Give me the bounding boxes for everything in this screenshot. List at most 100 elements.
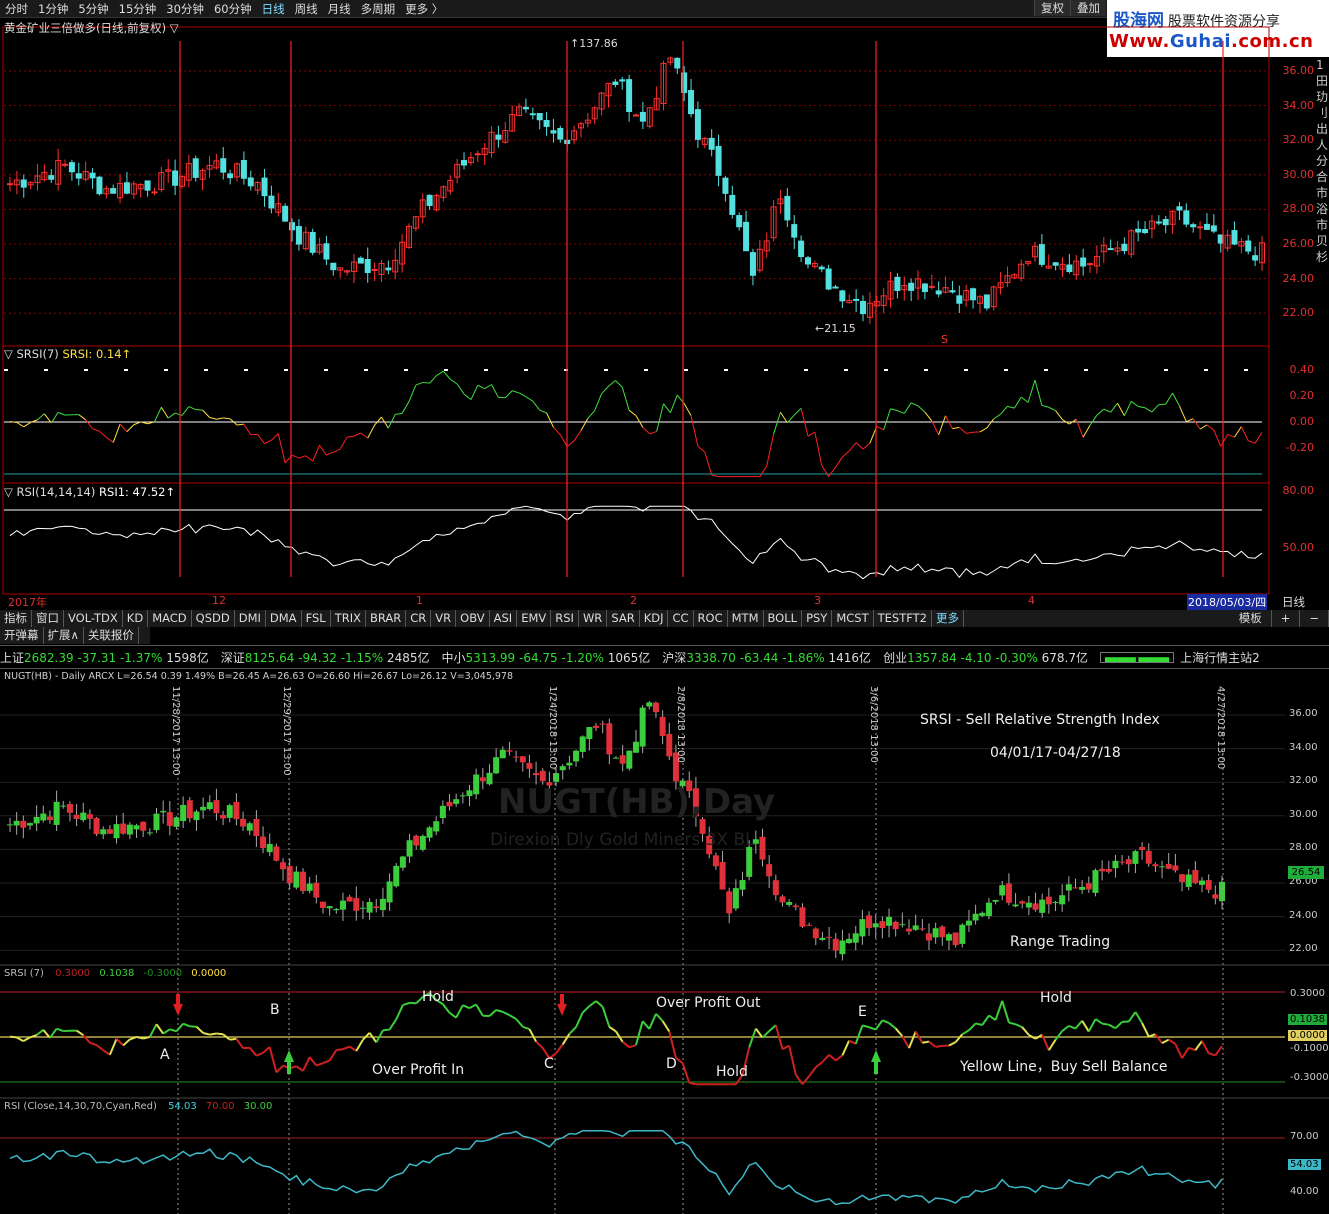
lower-chart-area[interactable] [0, 668, 1329, 1214]
lower-srsi-segment [275, 1064, 284, 1074]
indicator-tab-17[interactable]: WR [579, 610, 608, 627]
sub-tab-2[interactable]: 关联报价 [84, 627, 139, 644]
timeframe-tab-0[interactable]: 分时 [0, 1, 33, 17]
timeframe-tab-1[interactable]: 1分钟 [33, 1, 73, 17]
indicator-tab-13[interactable]: OBV [456, 610, 490, 627]
indicator-right-button-0[interactable]: 模板 [1230, 610, 1272, 627]
indicator-tab-6[interactable]: DMI [235, 610, 266, 627]
x-axis-label-5: 4 [1028, 594, 1035, 607]
candle-body [172, 170, 179, 186]
timeframe-tab-10[interactable]: 更多 〉 [400, 1, 448, 17]
indicator-tab-27[interactable]: 更多 [932, 610, 964, 627]
side-char-7: 合 [1316, 170, 1329, 184]
toolbar-button-0[interactable]: 复权 [1034, 0, 1070, 16]
indicator-tab-24[interactable]: PSY [802, 610, 833, 627]
timeframe-tab-8[interactable]: 月线 [323, 1, 356, 17]
indicator-tab-15[interactable]: EMV [517, 610, 552, 627]
srsi-segment [243, 423, 252, 436]
indicator-tab-26[interactable]: TESTFT2 [874, 610, 932, 627]
timeframe-tab-4[interactable]: 30分钟 [161, 1, 209, 17]
lower-srsi-segment [748, 1028, 757, 1048]
srsi-segment [291, 454, 300, 459]
indicator-tab-5[interactable]: QSDD [192, 610, 235, 627]
lower-srsi-segment [535, 1040, 544, 1049]
lower-candle-body [226, 805, 233, 818]
indicator-tab-16[interactable]: RSI [551, 610, 579, 627]
indicator-tab-9[interactable]: TRIX [331, 610, 366, 627]
lower-candle-body [866, 915, 873, 929]
lower-candle-body [979, 912, 986, 916]
srsi-segment [594, 393, 603, 411]
indicator-tab-7[interactable]: DMA [266, 610, 302, 627]
toolbar-button-1[interactable]: 叠加 [1070, 0, 1106, 16]
srsi-segment [1234, 426, 1242, 438]
indicator-right-button-1[interactable]: + [1272, 610, 1301, 627]
ticker-server[interactable]: 上海行情主站2 [1180, 649, 1260, 666]
indicator-tab-2[interactable]: VOL-TDX [64, 610, 123, 627]
indicator-tab-22[interactable]: MTM [728, 610, 764, 627]
timeframe-tab-6[interactable]: 日线 [257, 1, 290, 17]
srsi-segment [958, 427, 967, 434]
timeframe-tab-5[interactable]: 60分钟 [209, 1, 257, 17]
lower-candle-body [106, 829, 113, 834]
ticker-item-1[interactable]: 深证8125.64 -94.32 -1.15% 2485亿 [221, 649, 430, 666]
lower-candle-body [319, 901, 326, 908]
srsi-segment [367, 424, 376, 439]
sub-tab-0[interactable]: 开弹幕 [0, 627, 44, 644]
lower-srsi-segment [1114, 1021, 1123, 1030]
ticker-item-0[interactable]: 上证2682.39 -37.31 -1.37% 1598亿 [0, 649, 209, 666]
indicator-tab-21[interactable]: ROC [694, 610, 728, 627]
indicator-right-button-2[interactable]: − [1300, 610, 1329, 627]
srsi-y-tick-0: 0.40 [1289, 363, 1315, 376]
indicator-tab-18[interactable]: SAR [607, 610, 640, 627]
timeframe-tab-9[interactable]: 多周期 [356, 1, 401, 17]
lower-candle-body [126, 824, 133, 835]
srsi-segment [649, 430, 657, 435]
srsi-segment [553, 426, 561, 436]
lower-candle-body [1205, 880, 1212, 890]
ticker-field: 8125.64 [244, 650, 299, 665]
indicator-tab-12[interactable]: VR [431, 610, 457, 627]
indicator-tab-25[interactable]: MCST [832, 610, 874, 627]
ticker-item-3[interactable]: 沪深3338.70 -63.44 -1.86% 1416亿 [662, 649, 871, 666]
ticker-item-4[interactable]: 创业1357.84 -4.10 -0.30% 678.7亿 [883, 649, 1088, 666]
lower-candle-body [306, 883, 313, 891]
candle-body [1203, 223, 1210, 230]
timeframe-tab-2[interactable]: 5分钟 [73, 1, 113, 17]
lower-srsi-segment [308, 1056, 318, 1067]
lower-srsi-segment [502, 1010, 510, 1017]
candle-body [1080, 257, 1087, 267]
lower-candle-body [20, 820, 27, 828]
lower-srsi-segment [355, 1039, 364, 1052]
indicator-tab-23[interactable]: BOLL [764, 610, 803, 627]
indicator-tab-19[interactable]: KDJ [640, 610, 669, 627]
indicator-tab-11[interactable]: CR [406, 610, 432, 627]
indicator-tab-1[interactable]: 窗口 [32, 610, 64, 627]
indicator-tab-10[interactable]: BRAR [366, 610, 407, 627]
indicator-tab-3[interactable]: KD [123, 610, 149, 627]
side-char-5: 人 [1316, 138, 1329, 152]
candle-body [708, 137, 715, 150]
lower-candle-body [100, 829, 107, 835]
upper-chart-area[interactable] [0, 17, 1316, 610]
candle-body [736, 215, 743, 228]
srsi-segment [1254, 432, 1263, 444]
srsi-segment [773, 412, 781, 435]
timeframe-tab-3[interactable]: 15分钟 [114, 1, 162, 17]
srsi-segment [821, 465, 830, 477]
srsi-segment [1082, 424, 1091, 438]
ticker-item-2[interactable]: 中小5313.99 -64.75 -1.20% 1065亿 [442, 649, 651, 666]
lower-candle-body [473, 774, 480, 795]
sub-tab-1[interactable]: 扩展∧ [44, 627, 84, 644]
lower-srsi-segment [16, 1036, 24, 1043]
candle-body [426, 194, 433, 206]
right-side-text: 1 田玏刂出人分合市浴市贝杉 [1316, 57, 1329, 265]
timeframe-tab-7[interactable]: 周线 [290, 1, 323, 17]
indicator-tab-4[interactable]: MACD [148, 610, 192, 627]
indicator-tab-20[interactable]: CC [668, 610, 694, 627]
indicator-tab-0[interactable]: 指标 [0, 610, 32, 627]
srsi-segment [1206, 424, 1215, 431]
indicator-tab-14[interactable]: ASI [490, 610, 518, 627]
indicator-tab-8[interactable]: FSL [302, 610, 331, 627]
candle-body [921, 283, 928, 293]
